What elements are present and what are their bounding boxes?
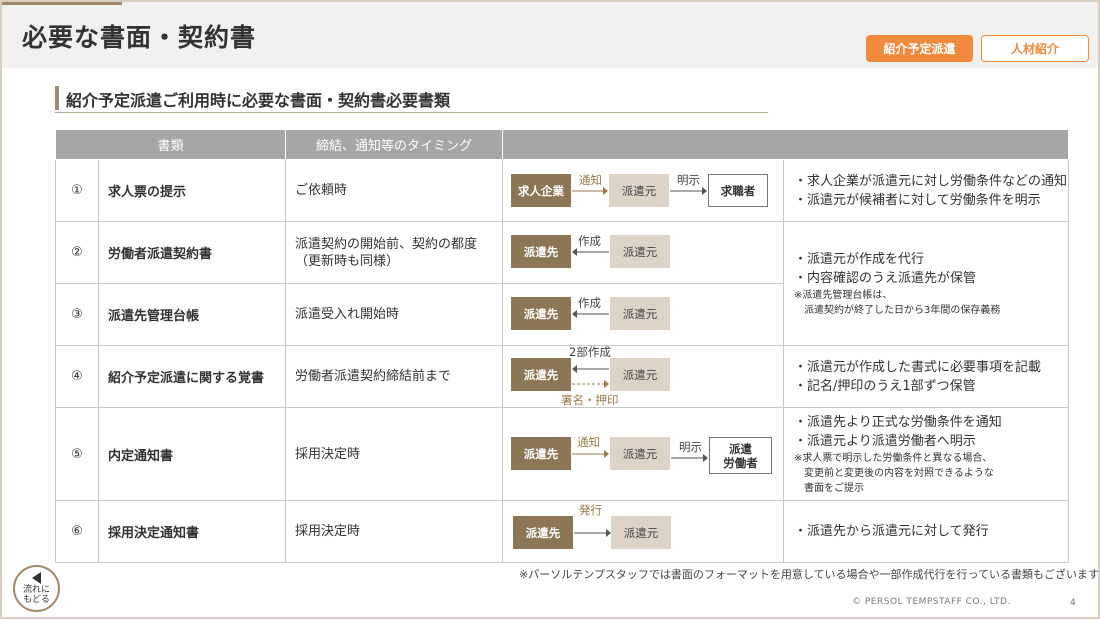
row-number: ①	[55, 159, 99, 222]
timing-text: ご依頼時	[285, 159, 504, 222]
header-timing: 締結、通知等のタイミング	[285, 129, 504, 160]
flow-label-two-copies: 2部作成	[569, 345, 611, 359]
flow-diagram: 発行 派遣先 派遣元	[502, 500, 785, 563]
flow-box-hakensaki: 派遣先	[511, 358, 572, 391]
flow-diagram: 求人企業 通知 派遣元 明示 求職者	[502, 159, 785, 222]
section-underline	[55, 112, 768, 113]
arrow-left-icon	[572, 310, 610, 318]
notes-cell: ・派遣先から派遣元に対して発行	[783, 500, 1070, 563]
flow-box-hakenmoto: 派遣元	[609, 174, 670, 207]
flow-label-sign-stamp: 署名・押印	[561, 393, 619, 407]
note-small-line: 派遣契約が終了した日から3年間の保存義務	[794, 304, 1001, 316]
tag-shokai-yotei-haken[interactable]: 紹介予定派遣	[866, 35, 973, 62]
note-line: ・派遣先から派遣元に対して発行	[794, 524, 989, 539]
top-accent-line	[2, 2, 122, 5]
table-row: ⑤ 内定通知書 採用決定時 派遣先 通知 派遣元 明示 派遣 労働者 ・派遣先よ…	[55, 407, 1070, 501]
document-name: 派遣先管理台帳	[97, 283, 287, 346]
row-number: ⑥	[55, 500, 99, 563]
notes-cell: ・派遣先より正式な労働条件を通知 ・派遣元より派遣労働者へ明示 ※求人票で明示し…	[783, 407, 1070, 501]
flow-diagram: 派遣先 通知 派遣元 明示 派遣 労働者	[502, 407, 785, 501]
flow-box-hakenmoto: 派遣元	[610, 358, 671, 391]
arrow-right-icon	[671, 454, 709, 462]
timing-text: 採用決定時	[285, 500, 504, 563]
note-small-line: 書面をご提示	[794, 482, 865, 494]
flow-box-hakenmoto: 派遣元	[610, 297, 671, 330]
document-name: 紹介予定派遣に関する覚書	[97, 345, 287, 408]
timing-text: 派遣契約の開始前、契約の都度 （更新時も同様）	[285, 221, 504, 284]
notes-cell-merged: ・派遣元が作成を代行 ・内容確認のうえ派遣先が保管 ※派遣先管理台帳は、 派遣契…	[783, 221, 1070, 346]
note-small-line: ※求人票で明示した労働条件と異なる場合、	[794, 452, 993, 464]
arrow-right-icon	[670, 187, 708, 195]
note-line: ・派遣元が作成した書式に必要事項を記載	[794, 359, 1042, 375]
table-row: ① 求人票の提示 ご依頼時 求人企業 通知 派遣元 明示 求職者 ・求人企業が派…	[55, 159, 1070, 222]
flow-box-hakensaki: 派遣先	[511, 437, 572, 470]
timing-text: 採用決定時	[285, 407, 504, 501]
row-number: ②	[55, 221, 99, 284]
note-line: ・派遣元が候補者に対して労働条件を明示	[794, 192, 1041, 208]
flow-box-hakensaki: 派遣先	[513, 516, 574, 549]
timing-text: 労働者派遣契約締結前まで	[285, 345, 504, 408]
footer-note: ※パーソルテンプスタッフでは書面のフォーマットを用意している場合や一部作成代行を…	[519, 568, 1100, 581]
table-header-row: 書類 締結、通知等のタイミング	[54, 129, 1070, 160]
note-line: ・派遣先より正式な労働条件を通知	[794, 414, 1002, 430]
note-line: ・派遣元が作成を代行	[794, 251, 925, 267]
flow-box-hakensaki: 派遣先	[511, 235, 572, 268]
note-line: ・記名/押印のうえ1部ずつ保管	[794, 378, 976, 394]
table-row: ④ 紹介予定派遣に関する覚書 労働者派遣契約締結前まで 2部作成 派遣先 派遣元…	[55, 345, 1070, 408]
flow-box-hakenmoto: 派遣元	[611, 516, 672, 549]
header-document: 書類	[54, 129, 287, 160]
document-name: 採用決定通知書	[97, 500, 287, 563]
document-name: 内定通知書	[97, 407, 287, 501]
note-small-line: ※派遣先管理台帳は、	[794, 289, 893, 301]
notes-cell: ・求人企業が派遣元に対し労働条件などの通知 ・派遣元が候補者に対して労働条件を明…	[783, 159, 1070, 222]
timing-text: 派遣受入れ開始時	[285, 283, 504, 346]
flow-label-issue: 発行	[579, 503, 603, 517]
header-blank	[502, 129, 1070, 160]
arrow-right-icon	[572, 187, 609, 195]
back-button-label: 流れに もどる	[22, 585, 50, 605]
flow-box-hakenmoto: 派遣元	[610, 235, 671, 268]
page-title: 必要な書面・契約書	[22, 23, 257, 52]
table-row: ⑥ 採用決定通知書 採用決定時 発行 派遣先 派遣元 ・派遣先から派遣元に対して…	[55, 500, 1070, 563]
arrow-right-icon	[572, 450, 610, 458]
note-line: ・求人企業が派遣元に対し労働条件などの通知	[794, 173, 1068, 189]
back-to-flow-button[interactable]: 流れに もどる	[13, 565, 60, 612]
note-line: ・内容確認のうえ派遣先が保管	[794, 270, 977, 286]
section-title: 紹介予定派遣ご利用時に必要な書面・契約書必要書類	[66, 91, 451, 110]
table-row: ② 労働者派遣契約書 派遣契約の開始前、契約の都度 （更新時も同様） 派遣先 作…	[55, 221, 1070, 346]
arrow-right-dashed-icon	[572, 380, 610, 388]
triangle-left-icon	[32, 572, 41, 584]
documents-table: 書類 締結、通知等のタイミング ① 求人票の提示 ご依頼時 求人企業 通知 派遣…	[54, 129, 1070, 563]
arrow-right-icon	[574, 529, 612, 537]
flow-diagram: 派遣先 作成 派遣元	[502, 283, 785, 346]
copyright: © PERSOL TEMPSTAFF CO., LTD.	[852, 597, 1011, 607]
notes-cell: ・派遣元が作成した書式に必要事項を記載 ・記名/押印のうえ1部ずつ保管	[783, 345, 1070, 408]
document-name: 労働者派遣契約書	[97, 221, 287, 284]
flow-box-kyujin-kigyo: 求人企業	[511, 174, 572, 207]
row-number: ④	[55, 345, 99, 408]
row-number: ⑤	[55, 407, 99, 501]
note-small-line: 変更前と変更後の内容を対照できるような	[794, 467, 994, 479]
flow-diagram: 2部作成 派遣先 派遣元 署名・押印	[502, 345, 785, 408]
page-number: 4	[1070, 598, 1076, 608]
note-line: ・派遣元より派遣労働者へ明示	[794, 433, 976, 449]
flow-label-notify: 通知	[577, 435, 601, 449]
flow-diagram: 派遣先 作成 派遣元	[502, 221, 785, 284]
flow-box-hakenmoto: 派遣元	[610, 437, 671, 470]
tag-jinzai-shokai[interactable]: 人材紹介	[981, 35, 1089, 62]
arrow-left-icon	[572, 248, 610, 256]
flow-box-hakensaki: 派遣先	[511, 297, 572, 330]
row-number: ③	[55, 283, 99, 346]
arrow-left-icon	[572, 365, 610, 373]
flow-box-haken-roudousha: 派遣 労働者	[709, 437, 773, 474]
document-name: 求人票の提示	[97, 159, 287, 222]
flow-box-kyushokusha: 求職者	[708, 174, 769, 207]
section-accent-bar	[55, 86, 59, 110]
